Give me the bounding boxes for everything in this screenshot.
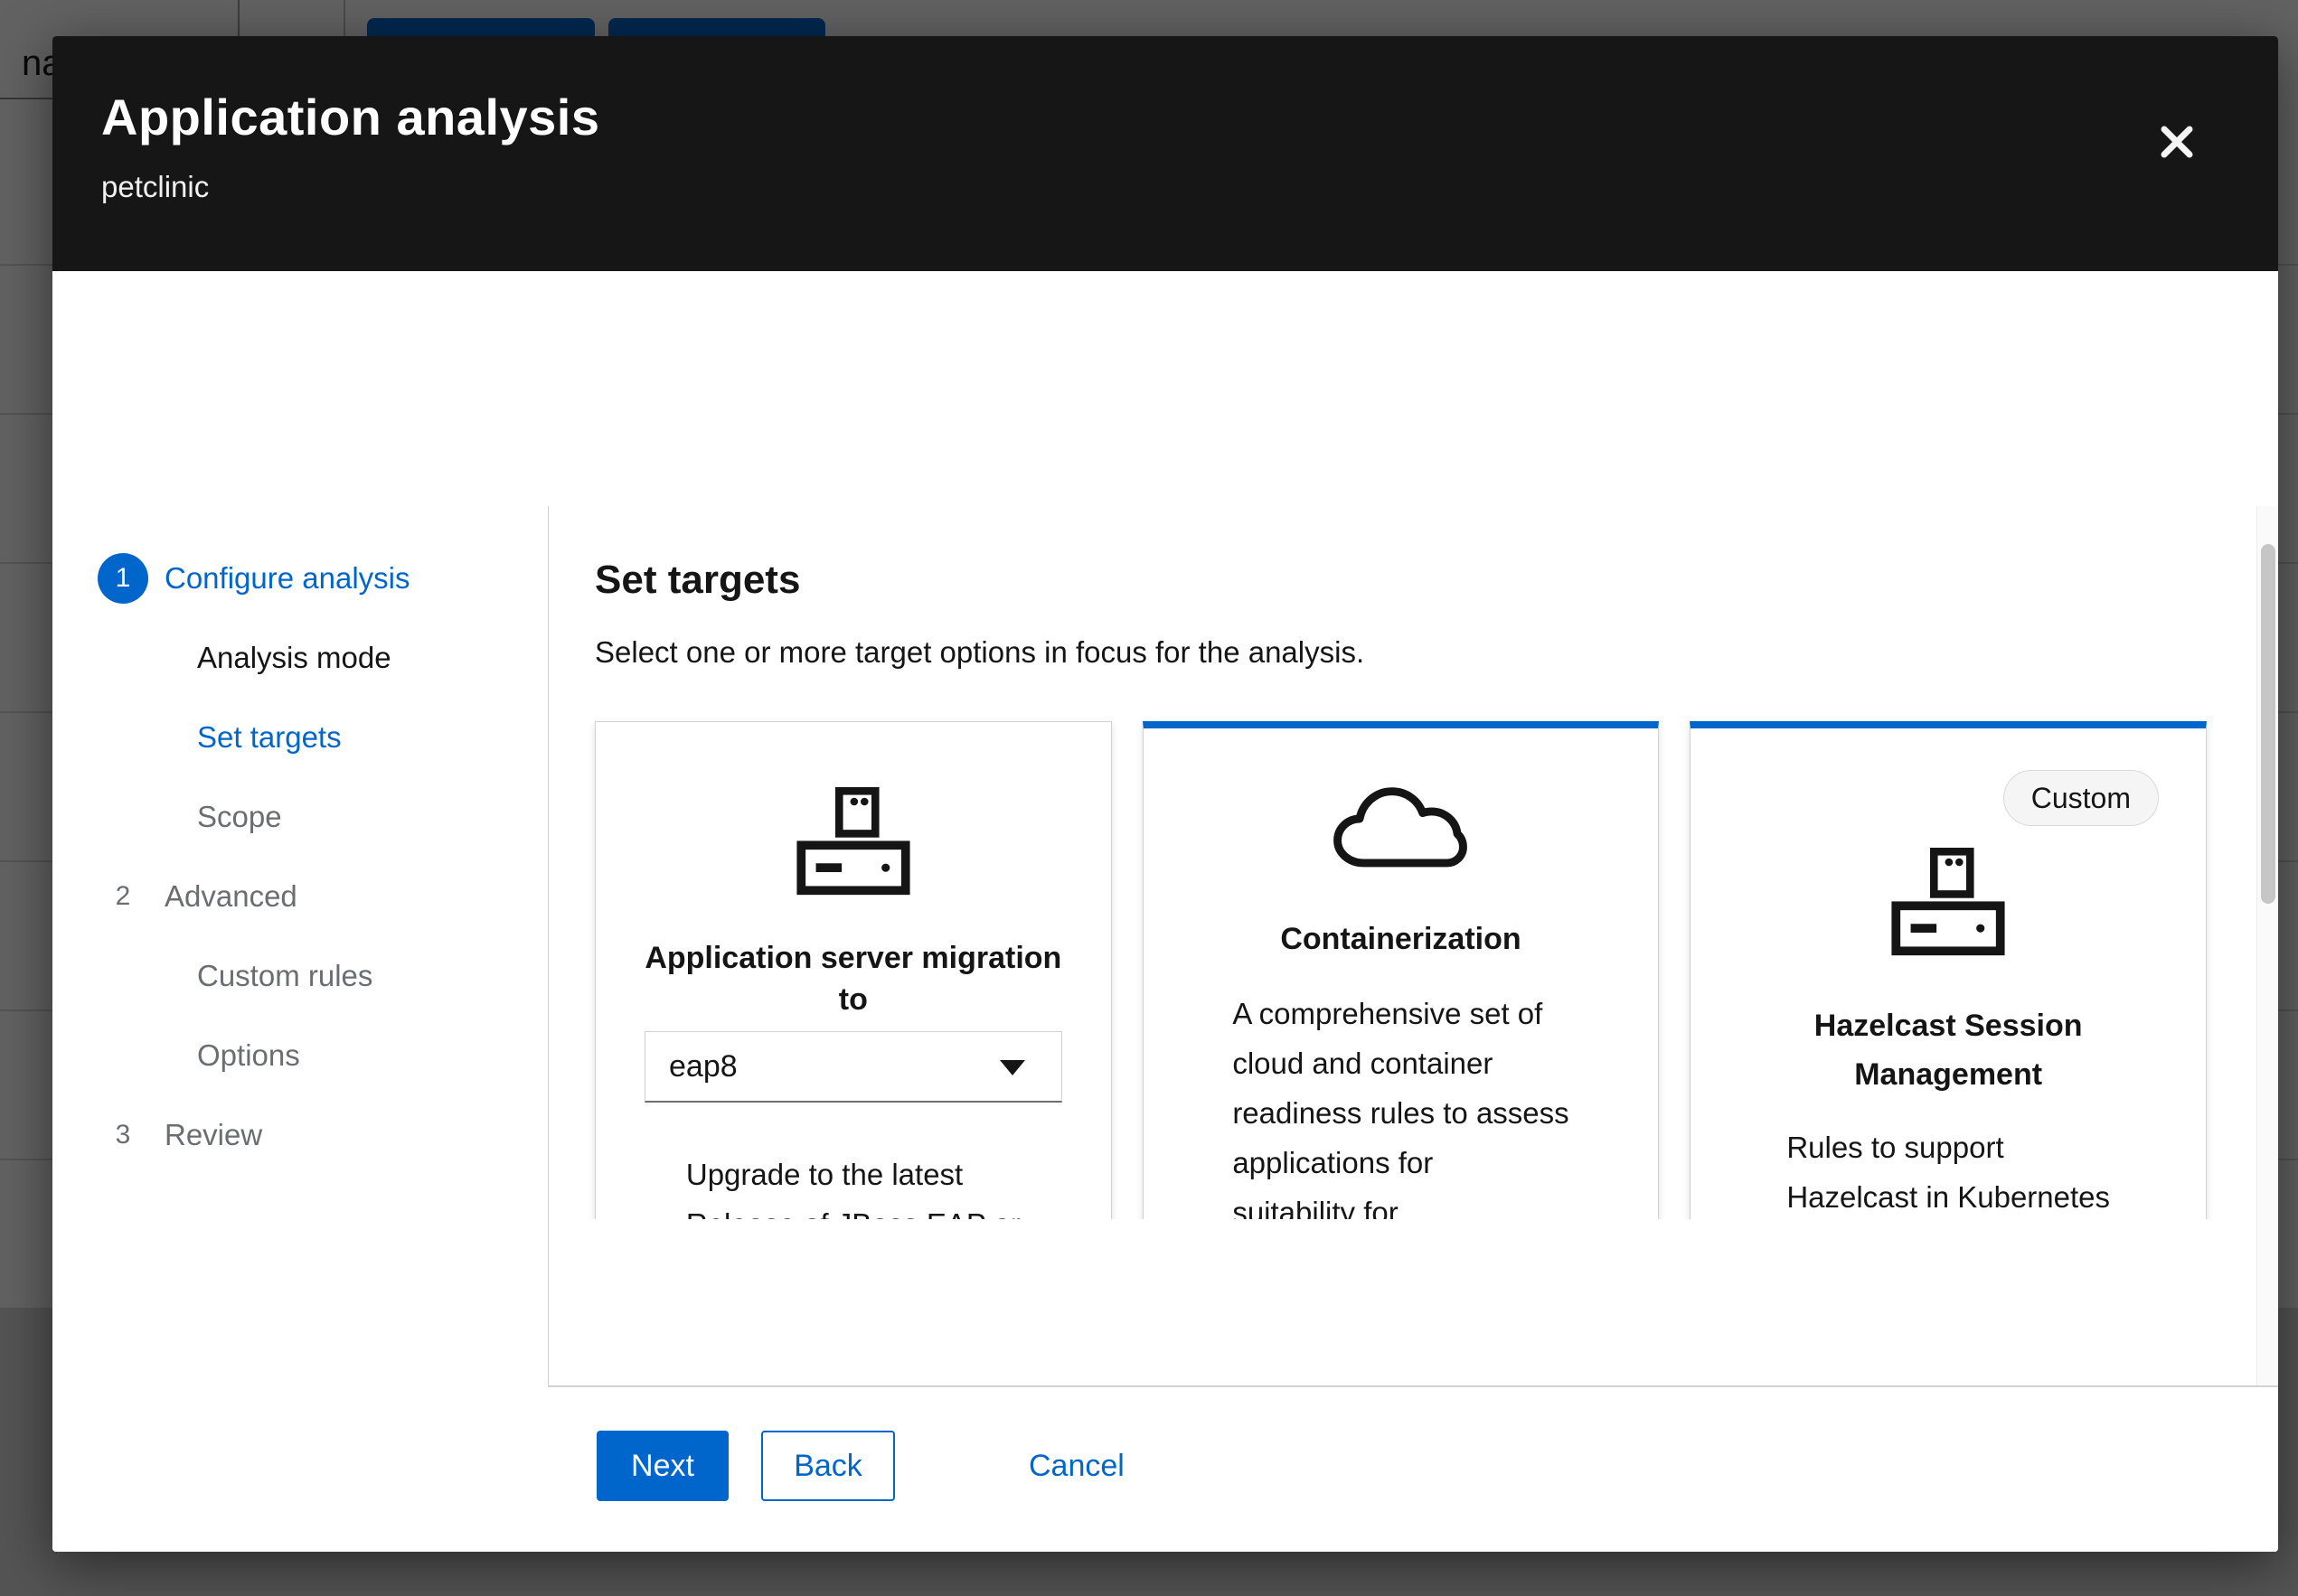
- step-title: Set targets: [595, 553, 2207, 607]
- custom-badge: Custom: [2003, 770, 2159, 826]
- target-card-app-server-migration[interactable]: Application server migration to eap8 Upg…: [595, 721, 1112, 1219]
- cloud-icon: [1144, 786, 1659, 869]
- sidebar-item-label: Review: [165, 1118, 262, 1152]
- card-description: Upgrade to the latest Release of JBoss E…: [686, 1150, 1021, 1219]
- server-icon: [596, 787, 1111, 896]
- sidebar-item-label: Advanced: [165, 879, 297, 914]
- sidebar-item-set-targets[interactable]: Set targets: [98, 698, 548, 777]
- sidebar-item-configure-analysis[interactable]: 1 Configure analysis: [98, 539, 548, 618]
- sidebar-item-label: Analysis mode: [197, 641, 391, 675]
- modal-header: Application analysis petclinic: [52, 36, 2278, 271]
- card-title: Hazelcast Session Management: [1754, 1001, 2143, 1099]
- close-icon: [2157, 122, 2197, 164]
- sidebar-item-label: Configure analysis: [165, 561, 410, 596]
- cancel-button[interactable]: Cancel: [1020, 1431, 1134, 1501]
- server-icon: [1691, 848, 2206, 956]
- card-title: Containerization: [1280, 915, 1521, 963]
- target-card-containerization[interactable]: Containerization A comprehensive set of …: [1143, 721, 1660, 1219]
- target-card-hazelcast[interactable]: Custom Hazelcast Session Management: [1690, 721, 2207, 1219]
- next-button[interactable]: Next: [597, 1431, 729, 1501]
- card-description: Rules to support Hazelcast in Kubernetes: [1786, 1122, 2110, 1219]
- modal-subtitle: petclinic: [101, 170, 2133, 204]
- application-analysis-modal: Application analysis petclinic 1 Configu…: [52, 36, 2278, 1552]
- card-description: A comprehensive set of cloud and contain…: [1232, 989, 1568, 1219]
- sidebar-item-label: Custom rules: [197, 959, 372, 993]
- modal-title: Application analysis: [101, 89, 2133, 146]
- target-version-select[interactable]: eap8: [645, 1031, 1062, 1103]
- sidebar-item-options: Options: [98, 1016, 548, 1095]
- sidebar-item-custom-rules: Custom rules: [98, 936, 548, 1016]
- sidebar-item-analysis-mode[interactable]: Analysis mode: [98, 618, 548, 698]
- step-description: Select one or more target options in foc…: [595, 633, 2207, 672]
- step-number-1: 1: [98, 553, 148, 604]
- sidebar-item-scope: Scope: [98, 777, 548, 857]
- sidebar-item-review: 3 Review: [98, 1095, 548, 1175]
- sidebar-item-label: Options: [197, 1038, 300, 1073]
- step-number-3: 3: [98, 1110, 148, 1160]
- scrollbar-thumb[interactable]: [2261, 544, 2275, 904]
- sidebar-item-label: Set targets: [197, 720, 342, 755]
- wizard-footer: Next Back Cancel: [52, 1385, 2278, 1552]
- target-cards: Application server migration to eap8 Upg…: [595, 721, 2207, 1219]
- card-title: Application server migration to: [627, 937, 1079, 1020]
- close-button[interactable]: [2148, 114, 2206, 172]
- wizard-nav: 1 Configure analysis Analysis mode Set t…: [52, 506, 548, 1219]
- sidebar-item-advanced: 2 Advanced: [98, 857, 548, 936]
- step-content: Set targets Select one or more target op…: [548, 506, 2256, 1219]
- step-number-2: 2: [98, 871, 148, 922]
- back-button[interactable]: Back: [761, 1431, 895, 1501]
- select-value: eap8: [669, 1049, 738, 1084]
- caret-down-icon: [1000, 1060, 1025, 1075]
- sidebar-item-label: Scope: [197, 800, 282, 834]
- footer-divider: [548, 1385, 2278, 1387]
- modal-body: 1 Configure analysis Analysis mode Set t…: [52, 271, 2278, 1385]
